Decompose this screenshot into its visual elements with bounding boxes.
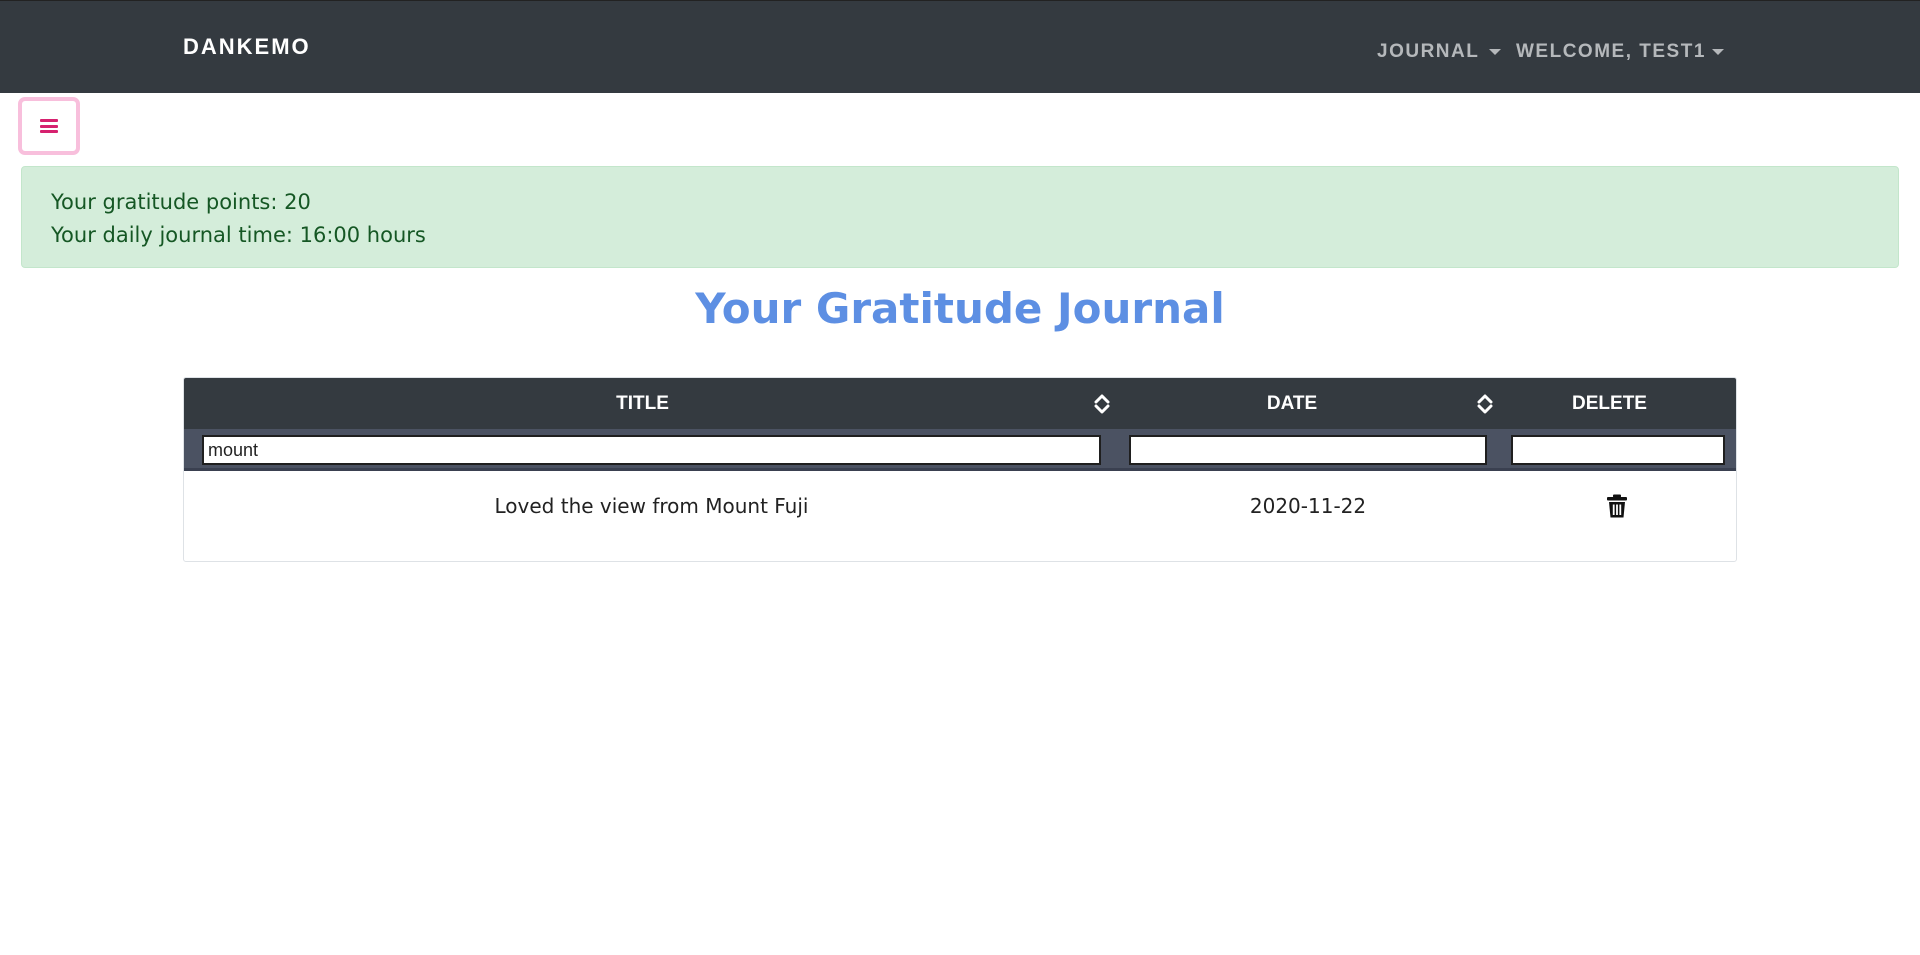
column-header-title[interactable]: TITLE: [184, 378, 1101, 429]
brand-logo[interactable]: DANKEMO: [183, 34, 311, 60]
caret-down-icon: [1489, 49, 1502, 55]
entry-title-cell[interactable]: Loved the view from Mount Fuji: [184, 471, 1119, 541]
column-header-delete: DELETE: [1572, 392, 1647, 414]
journal-dropdown-label: JOURNAL: [1377, 41, 1480, 62]
caret-down-icon: [1711, 49, 1724, 55]
top-navbar: DANKEMO JOURNAL WELCOME, TEST1: [0, 0, 1920, 93]
journal-table: TITLE DATE DELETE Loved the view from Mo…: [183, 377, 1737, 562]
gratitude-info-alert: Your gratitude points: 20 Your daily jou…: [21, 166, 1899, 268]
page-title: Your Gratitude Journal: [695, 284, 1225, 333]
table-row: Loved the view from Mount Fuji 2020-11-2…: [184, 471, 1736, 561]
menu-icon: [40, 119, 58, 133]
date-filter-input[interactable]: [1129, 435, 1487, 465]
trash-icon[interactable]: [1606, 494, 1628, 518]
journal-dropdown[interactable]: JOURNAL: [1377, 41, 1502, 63]
user-dropdown[interactable]: WELCOME, TEST1: [1516, 41, 1724, 63]
gratitude-points-text: Your gratitude points: 20: [51, 190, 311, 214]
table-header-row: TITLE DATE DELETE: [184, 378, 1736, 429]
delete-filter-input[interactable]: [1511, 435, 1725, 465]
user-dropdown-label: WELCOME, TEST1: [1516, 41, 1706, 62]
sidebar-toggle-button[interactable]: [18, 97, 80, 155]
entry-delete-cell: [1497, 471, 1736, 541]
title-filter-input[interactable]: [202, 435, 1101, 465]
journal-time-text: Your daily journal time: 16:00 hours: [51, 223, 426, 247]
table-filter-row: [184, 429, 1736, 471]
entry-date-cell: 2020-11-22: [1249, 494, 1367, 518]
column-header-date[interactable]: DATE: [1101, 378, 1483, 429]
